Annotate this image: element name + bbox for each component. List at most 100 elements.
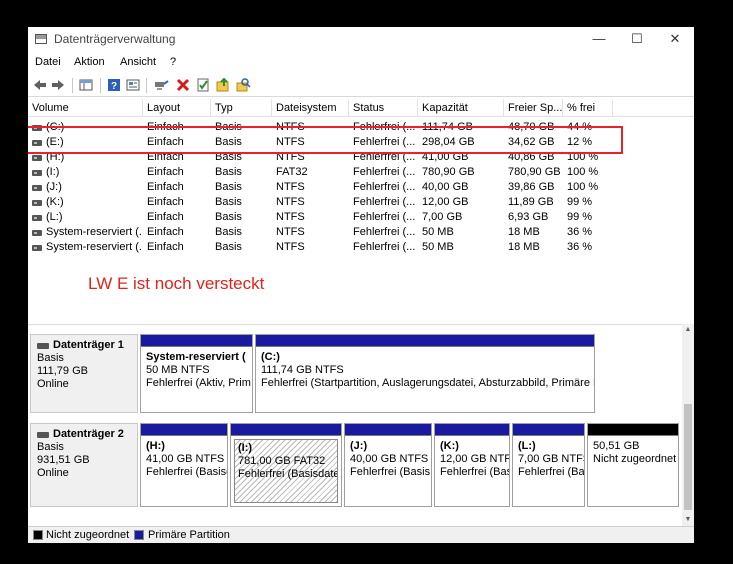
column-header-filesystem[interactable]: Dateisystem <box>272 99 349 117</box>
column-header-layout[interactable]: Layout <box>143 99 211 117</box>
menu-bar: Datei Aktion Ansicht ? <box>28 53 694 73</box>
column-header-percent-free[interactable]: % frei <box>563 99 613 117</box>
cell-volume: (J:) <box>46 181 62 193</box>
cell-status: Fehlerfrei (... <box>353 181 416 193</box>
scroll-down-arrow-icon[interactable]: ▼ <box>682 514 694 526</box>
partition-c[interactable]: (C:) 111,74 GB NTFS Fehlerfrei (Startpar… <box>255 334 595 413</box>
disk-management-window: Datenträgerverwaltung — ☐ ✕ Datei Aktion… <box>28 27 694 543</box>
partition-name: (J:) <box>350 440 368 452</box>
menu-aktion[interactable]: Aktion <box>74 56 105 68</box>
menu-datei[interactable]: Datei <box>35 56 61 68</box>
table-row[interactable]: (K:) Einfach Basis NTFS Fehlerfrei (... 12,00… <box>28 195 694 210</box>
cell-layout: Einfach <box>147 166 184 178</box>
cell-layout: Einfach <box>147 196 184 208</box>
cell-type: Basis <box>215 241 242 253</box>
cell-percent-free: 100 % <box>567 166 599 178</box>
cell-free-space: 11,89 GB <box>508 196 554 208</box>
partition-status: Nicht zugeordnet <box>593 453 677 465</box>
cell-type: Basis <box>215 166 242 178</box>
drive-icon <box>32 230 42 236</box>
table-row[interactable]: System-reserviert (... Einfach Basis NTFS Fe… <box>28 225 694 240</box>
drive-icon <box>32 185 42 191</box>
partition-i[interactable]: (I:) 781,00 GB FAT32 Fehlerfrei (Basisda… <box>230 423 342 507</box>
primary-partition-bar <box>345 424 431 436</box>
partition-h[interactable]: (H:) 41,00 GB NTFS Fehlerfrei (Basisd <box>140 423 228 507</box>
cell-free-space: 780,90 GB <box>508 166 561 178</box>
partition-unallocated[interactable]: 50,51 GB Nicht zugeordnet <box>587 423 679 507</box>
window-title: Datenträgerverwaltung <box>54 32 176 46</box>
column-header-status[interactable]: Status <box>349 99 418 117</box>
export-icon[interactable] <box>215 77 231 93</box>
cell-status: Fehlerfrei (... <box>353 196 416 208</box>
partition-l[interactable]: (L:) 7,00 GB NTFS Fehlerfrei (Ba <box>512 423 585 507</box>
disk-2-type: Basis <box>37 441 64 453</box>
cell-filesystem: NTFS <box>276 211 305 223</box>
primary-partition-bar <box>513 424 584 436</box>
cell-free-space: 6,93 GB <box>508 211 549 223</box>
help-icon[interactable]: ? <box>106 77 122 93</box>
disk-1-state: Online <box>37 378 69 390</box>
cell-capacity: 50 MB <box>422 241 454 253</box>
cell-capacity: 40,00 GB <box>422 181 469 193</box>
cell-layout: Einfach <box>147 241 184 253</box>
toolbar: ? <box>28 73 694 97</box>
properties-icon[interactable] <box>125 77 141 93</box>
partition-size: 50,51 GB <box>593 440 640 452</box>
partition-name: System-reserviert ( <box>146 351 246 363</box>
check-icon[interactable] <box>195 77 211 93</box>
cell-status: Fehlerfrei (... <box>353 241 416 253</box>
column-header-volume[interactable]: Volume <box>28 99 143 117</box>
cell-status: Fehlerfrei (... <box>353 166 416 178</box>
volume-list-header: Volume Layout Typ Dateisystem Status Kap… <box>28 99 694 117</box>
console-tree-icon[interactable] <box>78 77 94 93</box>
partition-k[interactable]: (K:) 12,00 GB NTFS Fehlerfrei (Basis <box>434 423 510 507</box>
column-header-type[interactable]: Typ <box>211 99 272 117</box>
table-row[interactable]: (L:) Einfach Basis NTFS Fehlerfrei (... 7,00 … <box>28 210 694 225</box>
delete-icon[interactable] <box>175 77 191 93</box>
partition-j[interactable]: (J:) 40,00 GB NTFS Fehlerfrei (Basis <box>344 423 432 507</box>
back-icon[interactable] <box>32 77 48 93</box>
cell-filesystem: FAT32 <box>276 166 308 178</box>
partition-name: (L:) <box>518 440 536 452</box>
cell-type: Basis <box>215 181 242 193</box>
annotation-note: LW E ist noch versteckt <box>88 274 265 293</box>
disk-1-info[interactable]: Datenträger 1 Basis 111,79 GB Online <box>30 334 138 413</box>
table-row[interactable]: (I:) Einfach Basis FAT32 Fehlerfrei (... 780,… <box>28 165 694 180</box>
disk-pane-scrollbar[interactable]: ▲ ▼ <box>682 324 694 526</box>
forward-icon[interactable] <box>50 77 66 93</box>
e-drive-highlight-box <box>28 126 623 154</box>
title-bar: Datenträgerverwaltung — ☐ ✕ <box>28 27 694 51</box>
table-row[interactable]: System-reserviert (... Einfach Basis NTFS Fe… <box>28 240 694 255</box>
cell-layout: Einfach <box>147 226 184 238</box>
table-row[interactable]: (J:) Einfach Basis NTFS Fehlerfrei (... 40,00… <box>28 180 694 195</box>
menu-help[interactable]: ? <box>170 56 176 68</box>
disk-2-size: 931,51 GB <box>37 454 90 466</box>
drive-icon <box>32 155 42 161</box>
partition-size: 7,00 GB NTFS <box>518 453 584 465</box>
partition-status: Fehlerfrei (Basisdaten <box>238 468 338 480</box>
maximize-button[interactable]: ☐ <box>620 27 654 51</box>
scrollbar-thumb[interactable] <box>684 404 692 510</box>
cell-free-space: 18 MB <box>508 241 540 253</box>
partition-size: 40,00 GB NTFS <box>350 453 429 465</box>
drive-icon <box>32 245 42 251</box>
cell-percent-free: 99 % <box>567 196 593 208</box>
partition-status: Fehlerfrei (Ba <box>518 466 584 478</box>
cell-filesystem: NTFS <box>276 226 305 238</box>
close-button[interactable]: ✕ <box>658 27 692 51</box>
column-header-capacity[interactable]: Kapazität <box>418 99 504 117</box>
cell-volume: (I:) <box>46 166 60 178</box>
legend-swatch-primary <box>134 530 144 540</box>
scroll-up-arrow-icon[interactable]: ▲ <box>682 324 694 336</box>
partition-system-reserved[interactable]: System-reserviert ( 50 MB NTFS Fehlerfre… <box>140 334 253 413</box>
search-icon[interactable] <box>235 77 251 93</box>
cell-layout: Einfach <box>147 211 184 223</box>
disk-icon <box>37 342 49 349</box>
menu-ansicht[interactable]: Ansicht <box>120 56 156 68</box>
toolbar-separator <box>146 78 147 93</box>
minimize-button[interactable]: — <box>582 27 616 51</box>
primary-partition-bar <box>141 335 252 347</box>
disk-2-info[interactable]: Datenträger 2 Basis 931,51 GB Online <box>30 423 138 507</box>
connect-icon[interactable] <box>153 77 169 93</box>
column-header-free-space[interactable]: Freier Sp... <box>504 99 563 117</box>
